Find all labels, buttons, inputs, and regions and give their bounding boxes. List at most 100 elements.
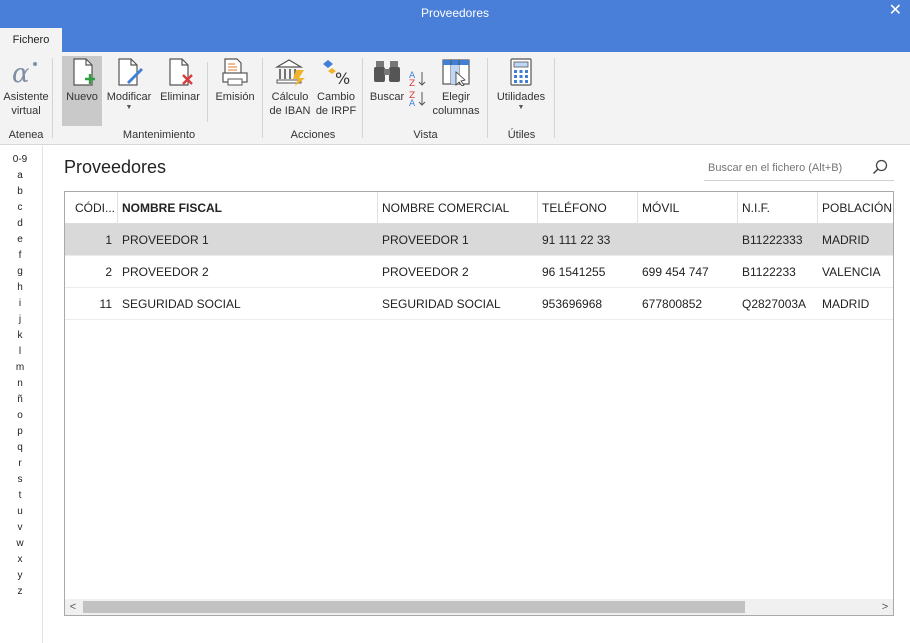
alphabet-letter[interactable]: q xyxy=(0,442,40,454)
table-header: CÓDI... NOMBRE FISCAL NOMBRE COMERCIAL T… xyxy=(65,192,893,224)
ribbon-tabs: Fichero xyxy=(0,26,910,52)
alphabet-letter[interactable]: m xyxy=(0,362,40,374)
page-title: Proveedores xyxy=(64,157,167,177)
svg-text:A: A xyxy=(409,99,416,106)
alphabet-letter[interactable]: l xyxy=(0,346,40,358)
table-row[interactable]: 2 PROVEEDOR 2 PROVEEDOR 2 96 1541255 699 454… xyxy=(65,256,893,288)
elegir-columnas-label-1: Elegir xyxy=(441,91,471,103)
emision-label: Emisión xyxy=(215,91,255,103)
alphabet-letter[interactable]: w xyxy=(0,538,40,550)
alphabet-letter[interactable]: u xyxy=(0,506,40,518)
column-header-poblacion[interactable]: POBLACIÓN xyxy=(818,192,893,224)
tab-fichero[interactable]: Fichero xyxy=(0,28,62,52)
svg-text:Z: Z xyxy=(409,79,415,89)
alphabet-letter[interactable]: ñ xyxy=(0,394,40,406)
alphabet-letter[interactable]: f xyxy=(0,250,40,262)
group-separator xyxy=(487,58,488,138)
alphabet-letter[interactable]: g xyxy=(0,266,40,278)
table-cell xyxy=(638,224,738,256)
elegir-columnas-label-2: columnas xyxy=(432,105,480,117)
alphabet-letter[interactable]: p xyxy=(0,426,40,438)
column-header-nombre-comercial[interactable]: NOMBRE COMERCIAL xyxy=(378,192,538,224)
cambio-irpf-label-1: Cambio xyxy=(317,91,355,103)
window-title: Proveedores xyxy=(420,6,490,20)
search-input[interactable] xyxy=(708,159,868,177)
binoculars-icon xyxy=(374,61,400,82)
alphabet-letter[interactable]: k xyxy=(0,330,40,342)
table-cell: B1122233 xyxy=(742,265,796,279)
search-icon[interactable] xyxy=(872,159,888,175)
eliminar-button[interactable]: Eliminar xyxy=(158,56,202,126)
alphabet-letter[interactable]: x xyxy=(0,554,40,566)
alphabet-letter[interactable]: j xyxy=(0,314,40,326)
alphabet-letter[interactable]: d xyxy=(0,218,40,230)
alphabet-letter[interactable]: z xyxy=(0,586,40,598)
modificar-label: Modificar xyxy=(106,91,152,103)
calculo-iban-label-1: Cálculo xyxy=(271,91,309,103)
svg-text:%: % xyxy=(335,69,350,86)
group-label-utiles: Útiles xyxy=(507,129,536,141)
scroll-right-icon[interactable]: > xyxy=(877,599,893,615)
group-label-acciones: Acciones xyxy=(290,129,336,141)
table-cell: 1 xyxy=(105,233,112,247)
horizontal-scrollbar[interactable]: < > xyxy=(65,599,893,615)
table-cell: PROVEEDOR 2 xyxy=(122,265,209,279)
alphabet-letter[interactable]: o xyxy=(0,410,40,422)
table-cell: 91 111 22 33 xyxy=(542,233,611,247)
alphabet-letter[interactable]: c xyxy=(0,202,40,214)
table-cell: 677800852 xyxy=(642,297,703,311)
modificar-button[interactable]: Modificar ▼ xyxy=(104,56,154,126)
chevron-down-icon: ▼ xyxy=(125,104,133,111)
nuevo-button[interactable]: Nuevo xyxy=(62,56,102,126)
alphabet-letter[interactable]: i xyxy=(0,298,40,310)
table-row[interactable]: 1 PROVEEDOR 1 PROVEEDOR 1 91 111 22 33 B1122… xyxy=(65,224,893,256)
table-cell: Q2827003A xyxy=(742,297,807,311)
column-header-codigo[interactable]: CÓDI... xyxy=(65,192,118,224)
alphabet-letter[interactable]: a xyxy=(0,170,40,182)
alphabet-letter[interactable]: y xyxy=(0,570,40,582)
alphabet-letter[interactable]: e xyxy=(0,234,40,246)
close-icon[interactable]: ✕ xyxy=(889,1,902,21)
alphabet-letter[interactable]: s xyxy=(0,474,40,486)
alphabet-letter[interactable]: h xyxy=(0,282,40,294)
table-cell: 699 454 747 xyxy=(642,265,709,279)
bank-icon xyxy=(274,59,305,86)
cambio-irpf-button[interactable]: % Cambio de IRPF xyxy=(314,56,358,126)
column-header-nif[interactable]: N.I.F. xyxy=(738,192,818,224)
column-header-telefono[interactable]: TELÉFONO xyxy=(538,192,638,224)
column-header-movil[interactable]: MÓVIL xyxy=(638,192,738,224)
sort-az-icon: A Z Z A xyxy=(409,71,426,106)
column-header-nombre-fiscal[interactable]: NOMBRE FISCAL xyxy=(118,192,378,224)
scrollbar-thumb[interactable] xyxy=(83,601,745,613)
group-separator xyxy=(207,62,208,122)
buscar-button[interactable]: Buscar xyxy=(366,56,408,126)
ribbon: α Asistente virtual Nuevo Modificar ▼ El… xyxy=(0,52,910,145)
table-cell: MADRID xyxy=(822,297,870,311)
alphabet-letter[interactable]: 0-9 xyxy=(0,154,40,166)
table-cell: MADRID xyxy=(822,233,870,247)
alphabet-letter[interactable]: r xyxy=(0,458,40,470)
emision-button[interactable]: Emisión xyxy=(212,56,258,126)
scroll-left-icon[interactable]: < xyxy=(65,599,81,615)
atenea-alpha-icon: α xyxy=(12,59,37,86)
table-cell: SEGURIDAD SOCIAL xyxy=(122,297,241,311)
alphabet-letter[interactable]: n xyxy=(0,378,40,390)
alphabet-letter[interactable]: t xyxy=(0,490,40,502)
table-cell: VALENCIA xyxy=(822,265,881,279)
chevron-down-icon: ▼ xyxy=(517,104,525,111)
group-separator xyxy=(52,58,53,138)
group-label-vista: Vista xyxy=(413,129,438,141)
elegir-columnas-button[interactable]: Elegir columnas xyxy=(430,56,482,126)
asistente-virtual-button[interactable]: α Asistente virtual xyxy=(2,56,50,126)
svg-text:α: α xyxy=(12,59,30,86)
group-separator xyxy=(554,58,555,138)
ordenar-button[interactable]: A Z Z A xyxy=(408,56,428,126)
alphabet-letter[interactable]: b xyxy=(0,186,40,198)
delete-document-icon xyxy=(169,58,193,86)
print-icon xyxy=(222,58,248,86)
utilidades-button[interactable]: Utilidades ▼ xyxy=(492,56,550,126)
calculo-iban-button[interactable]: Cálculo de IBAN xyxy=(267,56,313,126)
table-row[interactable]: 11 SEGURIDAD SOCIAL SEGURIDAD SOCIAL 953696… xyxy=(65,288,893,320)
group-label-atenea: Atenea xyxy=(8,129,44,141)
alphabet-letter[interactable]: v xyxy=(0,522,40,534)
